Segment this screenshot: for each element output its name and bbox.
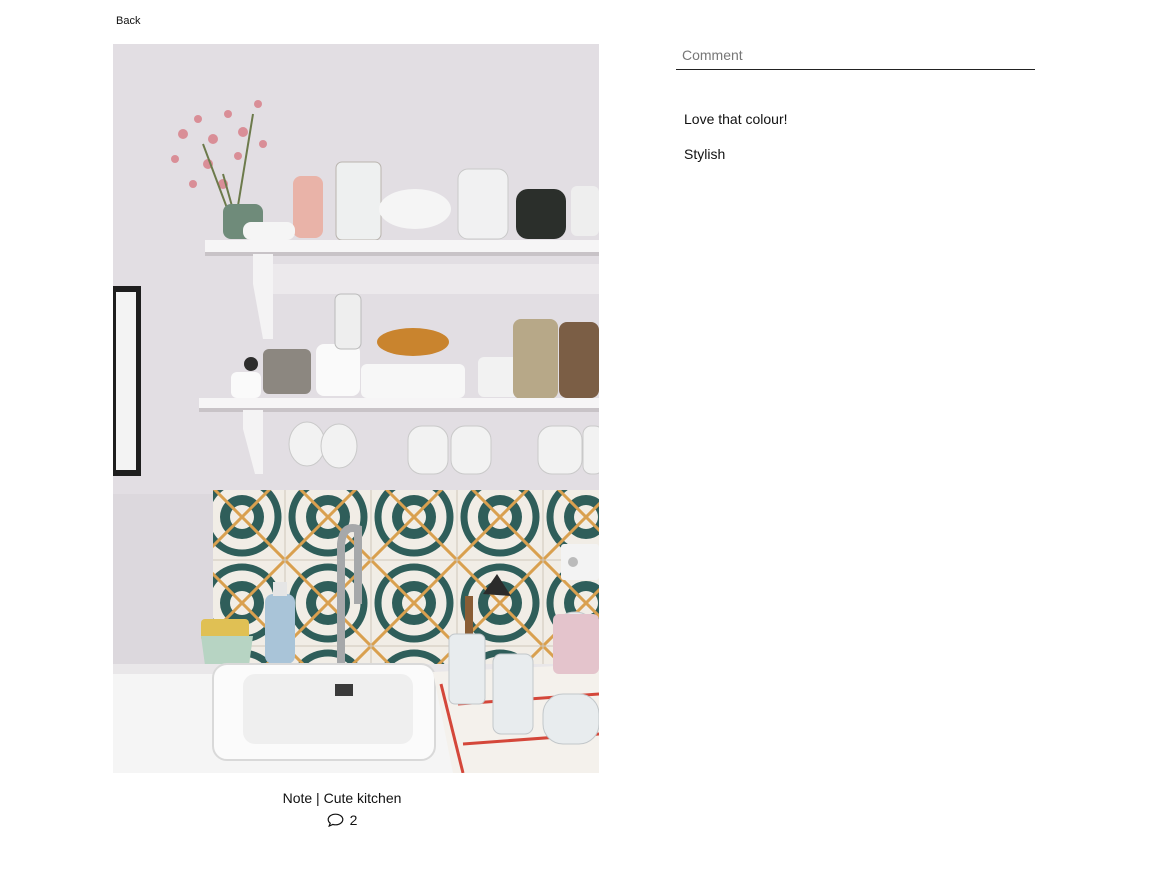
comments-list: Love that colour! Stylish xyxy=(684,110,788,180)
comment-input[interactable] xyxy=(676,40,1035,70)
comment-count[interactable]: 2 xyxy=(113,812,571,828)
post-caption: Note | Cute kitchen xyxy=(282,790,402,806)
kitchen-photo xyxy=(113,44,599,773)
comment-count-value: 2 xyxy=(349,812,358,828)
comment-item: Stylish xyxy=(684,146,726,162)
speech-bubble-icon xyxy=(327,813,344,827)
comment-item: Love that colour! xyxy=(684,111,788,127)
back-link[interactable]: Back xyxy=(116,15,140,27)
